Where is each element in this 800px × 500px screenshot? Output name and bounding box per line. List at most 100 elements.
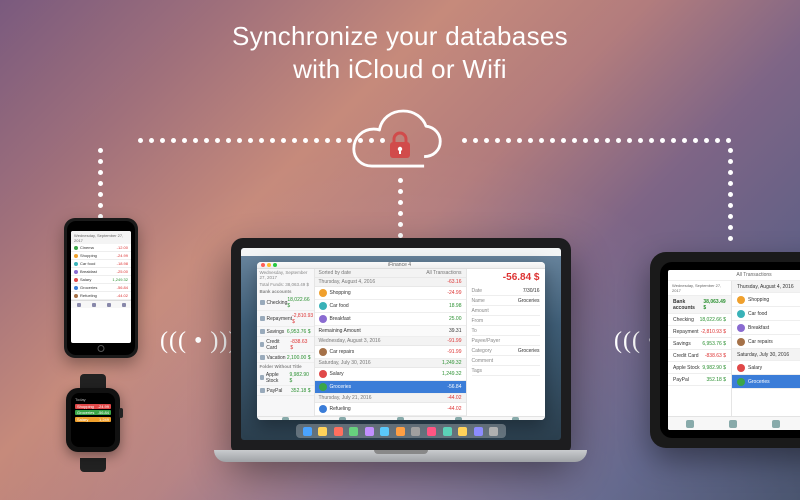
sidebar-item[interactable]: Savings6,953.76 $ (668, 338, 731, 350)
list-item[interactable]: Shopping -24.99 (71, 252, 131, 260)
dock-app-icon[interactable] (318, 427, 327, 436)
detail-field[interactable]: CategoryGroceries (472, 346, 540, 356)
iphone-tabbar[interactable] (71, 300, 131, 308)
toolbar-icon[interactable] (339, 417, 346, 420)
list-item[interactable]: Groceries-56.84 (75, 410, 111, 415)
sidebar-item[interactable]: Apple Stock 9,982.90 $ (257, 370, 314, 386)
toolbar-icon[interactable] (512, 417, 519, 420)
transaction-row[interactable]: Shopping -24.99 (315, 287, 466, 300)
macbook-base (214, 450, 587, 462)
dots-left-h (138, 138, 385, 143)
sidebar-item[interactable]: Vacation 2,100.00 $ (257, 353, 314, 363)
transaction-row[interactable]: Breakfast 25.00 (732, 321, 800, 335)
dock[interactable] (296, 424, 506, 438)
dock-app-icon[interactable] (365, 427, 374, 436)
sidebar[interactable]: Wednesday, September 27, 2017 Total Fund… (257, 269, 315, 416)
date-header: Wednesday, August 3, 2016-91.99 (315, 337, 466, 346)
list-item[interactable]: Groceries -56.84 (71, 284, 131, 292)
toolbar-icon[interactable] (282, 417, 289, 420)
detail-field[interactable]: Tags (472, 366, 540, 376)
dock-app-icon[interactable] (427, 427, 436, 436)
sidebar-item[interactable]: Repayment-2,810.93 $ (668, 326, 731, 338)
zoom-icon[interactable] (273, 263, 277, 267)
dock-app-icon[interactable] (474, 427, 483, 436)
detail-field[interactable]: Amount (472, 306, 540, 316)
detail-field[interactable]: From (472, 316, 540, 326)
minimize-icon[interactable] (267, 263, 271, 267)
tab-label: All Transactions (426, 270, 461, 276)
toolbar-icon[interactable] (455, 417, 462, 420)
digital-crown-icon[interactable] (119, 408, 123, 418)
detail-field[interactable]: Payee/Payer (472, 336, 540, 346)
transaction-row[interactable]: Groceries -56.84 (315, 381, 466, 394)
ipad-transaction-list[interactable]: Thursday, August 4, 2016-63.16 Shopping … (732, 281, 800, 416)
promo-stage: Synchronize your databases with iCloud o… (0, 0, 800, 500)
dock-app-icon[interactable] (349, 427, 358, 436)
sidebar-item[interactable]: Repayment -2,810.93 $ (257, 311, 314, 327)
transaction-row[interactable]: Car repairs -91.99 (732, 335, 800, 349)
detail-field[interactable]: Comment (472, 356, 540, 366)
headline: Synchronize your databases with iCloud o… (0, 20, 800, 85)
home-button-icon[interactable] (98, 345, 105, 352)
transaction-row[interactable]: Shopping -24.99 (732, 293, 800, 307)
window-titlebar[interactable]: iFinance 4 (257, 262, 545, 269)
macbook-device: iFinance 4 Wednesday, September 27, 2017… (214, 238, 587, 462)
dock-app-icon[interactable] (303, 427, 312, 436)
date-header: Saturday, July 30, 20161,249.32 (315, 359, 466, 368)
sidebar-item[interactable]: Checking 18,022.66 $ (257, 295, 314, 311)
window-toolbar[interactable] (257, 416, 545, 420)
transaction-row[interactable]: Salary 1,249.32 (732, 361, 800, 375)
date-header: Thursday, August 4, 2016-63.16 (315, 278, 466, 287)
sort-label: Sorted by date (319, 270, 352, 276)
ipad-date: Wednesday, September 27, 2017 (668, 281, 731, 296)
sidebar-item[interactable]: Credit Card -838.63 $ (257, 337, 314, 353)
headline-line2: with iCloud or Wifi (0, 53, 800, 86)
transaction-row[interactable]: Breakfast 25.00 (315, 313, 466, 326)
transaction-row[interactable]: Car food 18.98 (732, 307, 800, 321)
detail-field[interactable]: NameGroceries (472, 296, 540, 306)
ipad-screen: All Transactions Wednesday, September 27… (668, 270, 800, 430)
sidebar-item[interactable]: PayPal352.18 $ (668, 374, 731, 386)
iphone-screen: Wednesday, September 27, 2017 Cinema -12… (71, 231, 131, 343)
sidebar-item[interactable]: Checking18,022.66 $ (668, 314, 731, 326)
dock-app-icon[interactable] (334, 427, 343, 436)
list-item[interactable]: Car food -18.98 (71, 260, 131, 268)
detail-field[interactable]: Date7/30/16 (472, 286, 540, 296)
sidebar-item[interactable]: Bank accounts38,063.49 $ (668, 296, 731, 314)
ipad-sidebar[interactable]: Wednesday, September 27, 2017 Bank accou… (668, 281, 732, 416)
sidebar-item[interactable]: Savings 6,953.76 $ (257, 327, 314, 337)
iphone-list[interactable]: Cinema -12.00 Shopping -24.99 Car food -… (71, 244, 131, 300)
list-item[interactable]: Breakfast -25.00 (71, 268, 131, 276)
watch-screen: Today Shopping-24.99 Groceries-56.84 Sal… (71, 393, 115, 447)
toolbar-icon[interactable] (397, 417, 404, 420)
dock-app-icon[interactable] (411, 427, 420, 436)
dock-app-icon[interactable] (489, 427, 498, 436)
transaction-row[interactable]: Car repairs -91.99 (315, 346, 466, 359)
ipad-toolbar[interactable] (668, 416, 800, 430)
sidebar-item[interactable]: Apple Stock9,982.90 $ (668, 362, 731, 374)
watch-title: Today (75, 397, 111, 402)
sidebar-item[interactable]: Credit Card-838.63 $ (668, 350, 731, 362)
list-item[interactable]: Cinema -12.00 (71, 244, 131, 252)
dock-app-icon[interactable] (396, 427, 405, 436)
transaction-row[interactable]: Refueling -44.02 (315, 403, 466, 416)
date-header: Saturday, July 30, 20161,249.32 (732, 349, 800, 361)
list-item[interactable]: Shopping-24.99 (75, 404, 111, 409)
dock-app-icon[interactable] (458, 427, 467, 436)
dock-app-icon[interactable] (380, 427, 389, 436)
list-item[interactable]: Salary1,249 (75, 417, 111, 422)
close-icon[interactable] (261, 263, 265, 267)
list-item[interactable]: Refueling -44.02 (71, 292, 131, 300)
sidebar-item[interactable]: PayPal 352.18 $ (257, 386, 314, 396)
dock-app-icon[interactable] (443, 427, 452, 436)
transaction-row[interactable]: Car food 18.98 (315, 300, 466, 313)
ipad-tab[interactable]: All Transactions (668, 270, 800, 281)
list-item[interactable]: Salary 1,249.32 (71, 276, 131, 284)
transaction-row[interactable]: Salary 1,249.32 (315, 368, 466, 381)
headline-line1: Synchronize your databases (0, 20, 800, 53)
remaining-row: Remaining Amount39.31 (315, 326, 466, 337)
detail-field[interactable]: To (472, 326, 540, 336)
transaction-row[interactable]: Groceries -56.84 (732, 375, 800, 389)
mac-menubar[interactable] (241, 248, 561, 256)
transaction-list[interactable]: Sorted by date All Transactions Thursday… (315, 269, 467, 416)
